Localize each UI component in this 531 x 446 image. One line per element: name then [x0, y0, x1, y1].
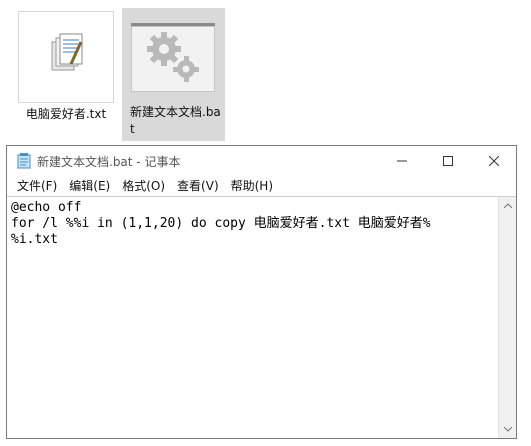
menu-view[interactable]: 查看(V) — [171, 176, 225, 196]
minimize-icon — [397, 160, 407, 162]
text-file-icon — [18, 11, 114, 103]
file-tile-bat[interactable]: 新建文本文档.bat — [122, 8, 225, 141]
vertical-scrollbar[interactable] — [498, 197, 516, 438]
editor-area[interactable]: @echo off for /l %%i in (1,1,20) do copy … — [7, 196, 516, 438]
editor-line: @echo off — [11, 200, 82, 215]
file-name-label: 新建文本文档.bat — [130, 105, 221, 136]
menu-file[interactable]: 文件(F) — [11, 176, 63, 196]
close-button[interactable] — [471, 146, 517, 176]
menu-edit[interactable]: 编辑(E) — [63, 176, 116, 196]
scroll-up-button[interactable] — [499, 197, 516, 214]
text-editor[interactable]: @echo off for /l %%i in (1,1,20) do copy … — [11, 200, 483, 430]
maximize-button[interactable] — [425, 146, 471, 176]
notepad-window: 新建文本文档.bat - 记事本 文件(F) 编辑(E) 格式(O) 查看(V)… — [6, 145, 517, 439]
menu-bar: 文件(F) 编辑(E) 格式(O) 查看(V) 帮助(H) — [7, 176, 516, 196]
minimize-button[interactable] — [379, 146, 425, 176]
editor-line: %i.txt — [11, 232, 58, 247]
maximize-icon — [443, 156, 453, 166]
chevron-up-icon — [503, 203, 512, 208]
scroll-down-button[interactable] — [499, 421, 516, 438]
editor-line: for /l %%i in (1,1,20) do copy 电脑爱好者.txt… — [11, 216, 431, 231]
file-name-label: 电脑爱好者.txt — [25, 107, 107, 121]
close-icon — [489, 156, 499, 166]
notepad-app-icon — [17, 153, 31, 169]
window-title: 新建文本文档.bat - 记事本 — [37, 155, 181, 169]
file-tile-txt[interactable]: 电脑爱好者.txt — [18, 8, 114, 125]
chevron-down-icon — [503, 427, 512, 432]
menu-help[interactable]: 帮助(H) — [225, 176, 279, 196]
batch-file-gears-icon — [131, 23, 215, 92]
menu-format[interactable]: 格式(O) — [116, 176, 171, 196]
title-bar[interactable]: 新建文本文档.bat - 记事本 — [7, 146, 516, 176]
